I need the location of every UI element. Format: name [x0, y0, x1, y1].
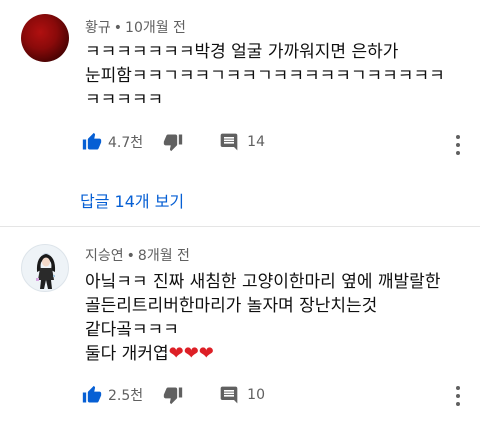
comment-line: 아닠ㅋㅋ 진짜 새침한 고양이한마리 옆에 깨발랄한 — [85, 272, 441, 292]
more-vertical-icon[interactable] — [453, 135, 463, 155]
separator-dot: • — [126, 248, 135, 264]
comment-text: ㅋㅋㅋㅋㅋㅋㅋ박경 얼굴 가까워지면 은하가 눈피함ㅋㅋㄱㅋㅋㄱㅋㅋㄱㅋㅋㅋㅋㅋ… — [85, 40, 455, 112]
separator-dot: • — [113, 20, 123, 36]
more-vertical-icon[interactable] — [453, 386, 463, 406]
comment-meta: 황규 • 10개월 전 — [85, 17, 186, 37]
comment-line: ㅋㅋㅋㅋㅋㅋㅋ박경 얼굴 가까워지면 은하가 — [85, 42, 399, 62]
thumbs-down-icon[interactable] — [163, 132, 183, 152]
comment-actions: 4.7천 14 — [82, 130, 265, 154]
view-replies-link[interactable]: 답글 14개 보기 — [80, 188, 184, 212]
reply-count: 14 — [247, 134, 265, 150]
avatar[interactable] — [21, 244, 69, 292]
comment-actions: 2.5천 10 — [82, 383, 265, 407]
comment-line: 같다곸ㅋㅋㅋ — [85, 320, 179, 340]
avatar[interactable] — [21, 14, 69, 62]
reply-count: 10 — [247, 387, 265, 403]
comment-line: ㅋㅋㅋㅋㅋ — [85, 90, 164, 110]
like-count: 2.5천 — [108, 388, 144, 404]
character-illustration — [36, 253, 56, 289]
comment-age: 10개월 전 — [125, 20, 186, 36]
comment-line-text: 둘다 개커엽 — [85, 344, 169, 364]
author-name[interactable]: 지승연 — [85, 248, 124, 264]
comment-age: 8개월 전 — [137, 248, 190, 264]
comment-line: 골든리트리버한마리가 놀자며 장난치는것 — [85, 296, 378, 316]
divider — [0, 226, 480, 227]
comment-line: 눈피함ㅋㅋㄱㅋㅋㄱㅋㅋㄱㅋㅋㅋㅋㅋㄱㅋㅋㅋㅋㅋ — [85, 66, 445, 86]
comment-icon[interactable] — [219, 385, 239, 405]
thumbs-down-icon[interactable] — [163, 385, 183, 405]
like-count: 4.7천 — [108, 135, 144, 151]
thumbs-up-filled-icon[interactable] — [82, 385, 102, 405]
comment-icon[interactable] — [219, 132, 239, 152]
comment-line: 둘다 개커엽❤❤❤ — [85, 342, 455, 366]
comment-text: 아닠ㅋㅋ 진짜 새침한 고양이한마리 옆에 깨발랄한 골든리트리버한마리가 놀자… — [85, 270, 455, 366]
author-name[interactable]: 황규 — [85, 20, 111, 36]
comment-meta: 지승연 • 8개월 전 — [85, 245, 190, 265]
heart-emoji: ❤❤❤ — [168, 343, 214, 364]
thumbs-up-filled-icon[interactable] — [82, 132, 102, 152]
